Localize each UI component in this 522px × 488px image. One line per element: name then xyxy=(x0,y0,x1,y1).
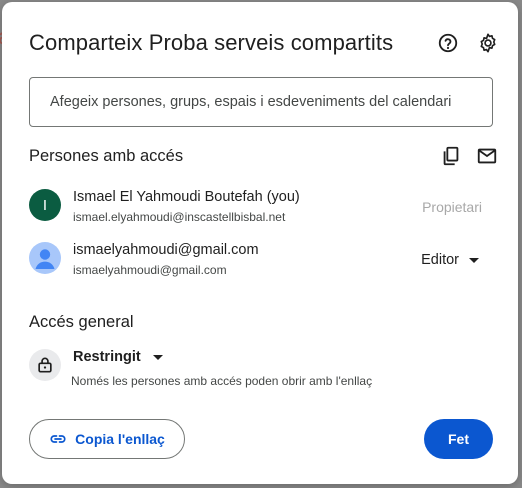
add-people-input[interactable] xyxy=(29,77,493,127)
copy-emails-button[interactable] xyxy=(437,142,465,170)
dropdown-arrow-icon xyxy=(152,354,163,360)
share-dialog: Comparteix Proba serveis compartits Pers… xyxy=(2,2,518,484)
settings-button[interactable] xyxy=(474,29,502,57)
copy-link-label: Copia l'enllaç xyxy=(75,431,165,447)
role-label: Editor xyxy=(421,252,459,268)
dropdown-arrow-icon xyxy=(469,257,479,263)
person-row-editor: ismaelyahmoudi@gmail.com ismaelyahmoudi@… xyxy=(29,240,489,280)
people-with-access-heading: Persones amb accés xyxy=(29,147,184,165)
dialog-title: Comparteix Proba serveis compartits xyxy=(29,30,394,55)
avatar: I xyxy=(29,189,61,221)
gear-icon xyxy=(480,33,496,53)
person-email: ismael.elyahmoudi@inscastellbisbal.net xyxy=(73,210,286,224)
person-name: ismaelyahmoudi@gmail.com xyxy=(73,242,259,258)
general-access-dropdown[interactable]: Restringit xyxy=(73,346,163,368)
done-button[interactable]: Fet xyxy=(424,419,493,459)
general-access-row: Restringit Només les persones amb accés … xyxy=(29,346,489,392)
email-people-button[interactable] xyxy=(473,142,501,170)
access-description: Només les persones amb accés poden obrir… xyxy=(71,374,373,388)
mail-icon xyxy=(477,148,497,164)
person-row-owner: I Ismael El Yahmoudi Boutefah (you) isma… xyxy=(29,187,489,227)
help-button[interactable] xyxy=(434,29,462,57)
access-setting-label: Restringit xyxy=(73,349,141,365)
general-access-heading: Accés general xyxy=(29,313,134,331)
copy-link-button[interactable]: Copia l'enllaç xyxy=(29,419,185,459)
person-avatar-icon xyxy=(29,242,61,274)
help-circle-icon xyxy=(438,33,458,53)
role-dropdown[interactable]: Editor xyxy=(421,244,479,276)
person-name: Ismael El Yahmoudi Boutefah (you) xyxy=(73,189,300,205)
person-email: ismaelyahmoudi@gmail.com xyxy=(73,263,227,277)
copy-icon xyxy=(443,146,459,166)
lock-icon xyxy=(29,349,61,381)
link-icon xyxy=(50,435,66,443)
role-label: Propietari xyxy=(422,199,482,215)
